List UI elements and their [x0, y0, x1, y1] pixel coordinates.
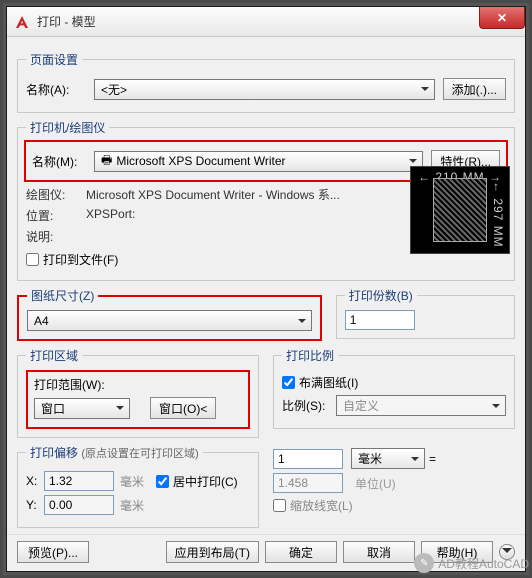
device-value: Microsoft XPS Document Writer - Windows … [86, 186, 340, 203]
center-plot-label: 居中打印(C) [173, 473, 238, 490]
scale-top-input[interactable] [273, 449, 343, 469]
close-button[interactable]: ✕ [479, 7, 525, 29]
copies-input[interactable] [345, 310, 415, 330]
print-area-group: 打印区域 打印范围(W): 窗口 窗口(O)< [17, 347, 259, 438]
window-pick-button[interactable]: 窗口(O)< [150, 397, 216, 419]
scale-legend: 打印比例 [282, 347, 338, 364]
scale-ratio-select[interactable]: 自定义 [336, 395, 506, 416]
paper-hatch-icon [433, 178, 487, 242]
window-title: 打印 - 模型 [37, 13, 96, 30]
plotter-name-label: 名称(M): [32, 153, 94, 170]
copies-group: 打印份数(B) [336, 287, 515, 339]
print-range-highlight: 打印范围(W): 窗口 窗口(O)< [26, 370, 250, 429]
fit-to-paper-label: 布满图纸(I) [299, 374, 358, 391]
dialog-footer: 预览(P)... 应用到布局(T) 确定 取消 帮助(H) ✎ AD教程Auto… [7, 534, 525, 571]
help-button[interactable]: 帮助(H) [421, 541, 493, 563]
plotter-group: 打印机/绘图仪 名称(M): 🖶 Microsoft XPS Document … [17, 119, 515, 281]
desc-label: 说明: [26, 228, 86, 245]
scale-lineweights-checkbox[interactable] [273, 499, 286, 512]
offset-x-input[interactable] [44, 471, 114, 491]
ok-button[interactable]: 确定 [265, 541, 337, 563]
paper-size-select[interactable]: A4 [27, 310, 312, 331]
printer-icon: 🖶 [101, 151, 112, 172]
apply-layout-button[interactable]: 应用到布局(T) [166, 541, 259, 563]
paper-size-group: 图纸尺寸(Z) A4 [17, 287, 322, 341]
titlebar: 打印 - 模型 ✕ [7, 7, 525, 37]
print-range-select[interactable]: 窗口 [34, 398, 130, 419]
offset-legend: 打印偏移 (原点设置在可打印区域) [26, 444, 203, 461]
scale-bot-unit-label: 单位(U) [355, 475, 396, 492]
scale-bot-input[interactable] [273, 473, 343, 493]
scale-ratio-label: 比例(S): [282, 397, 336, 414]
cancel-button[interactable]: 取消 [343, 541, 415, 563]
print-dialog: 打印 - 模型 ✕ 页面设置 名称(A): <无> 添加(.)... 打印机/绘… [6, 6, 526, 572]
print-range-label: 打印范围(W): [34, 376, 242, 393]
add-button[interactable]: 添加(.)... [443, 78, 506, 100]
page-setup-legend: 页面设置 [26, 51, 82, 68]
preview-button[interactable]: 预览(P)... [17, 541, 89, 563]
offset-x-unit: 毫米 [120, 473, 144, 490]
offset-y-label: Y: [26, 498, 44, 512]
plotter-legend: 打印机/绘图仪 [26, 119, 109, 136]
offset-y-input[interactable] [44, 495, 114, 515]
expand-icon[interactable] [499, 544, 515, 560]
print-to-file-checkbox[interactable] [26, 253, 39, 266]
paper-size-legend: 图纸尺寸(Z) [27, 287, 98, 304]
app-icon [13, 13, 31, 31]
offset-x-label: X: [26, 474, 44, 488]
scale-group: 打印比例 布满图纸(I) 比例(S): 自定义 [273, 347, 515, 429]
center-plot-checkbox[interactable] [156, 475, 169, 488]
paper-preview: ← 210 MM → ← 297 MM → [410, 166, 510, 254]
device-label: 绘图仪: [26, 186, 86, 203]
plotter-name-select[interactable]: 🖶 Microsoft XPS Document Writer [94, 151, 423, 172]
scale-top-unit-select[interactable]: 毫米 [351, 448, 425, 469]
location-label: 位置: [26, 207, 86, 224]
page-setup-name-select[interactable]: <无> [94, 79, 435, 100]
print-to-file-label: 打印到文件(F) [43, 251, 118, 268]
offset-y-unit: 毫米 [120, 497, 144, 514]
page-setup-name-label: 名称(A): [26, 81, 94, 98]
print-area-legend: 打印区域 [26, 347, 82, 364]
page-setup-group: 页面设置 名称(A): <无> 添加(.)... [17, 51, 515, 113]
fit-to-paper-checkbox[interactable] [282, 376, 295, 389]
scale-lineweights-label: 缩放线宽(L) [290, 497, 353, 514]
location-value: XPSPort: [86, 207, 135, 224]
offset-group: 打印偏移 (原点设置在可打印区域) X: 毫米 居中打印(C) Y: 毫米 [17, 444, 259, 528]
dialog-body: 页面设置 名称(A): <无> 添加(.)... 打印机/绘图仪 名称(M): … [7, 37, 525, 534]
copies-legend: 打印份数(B) [345, 287, 417, 304]
